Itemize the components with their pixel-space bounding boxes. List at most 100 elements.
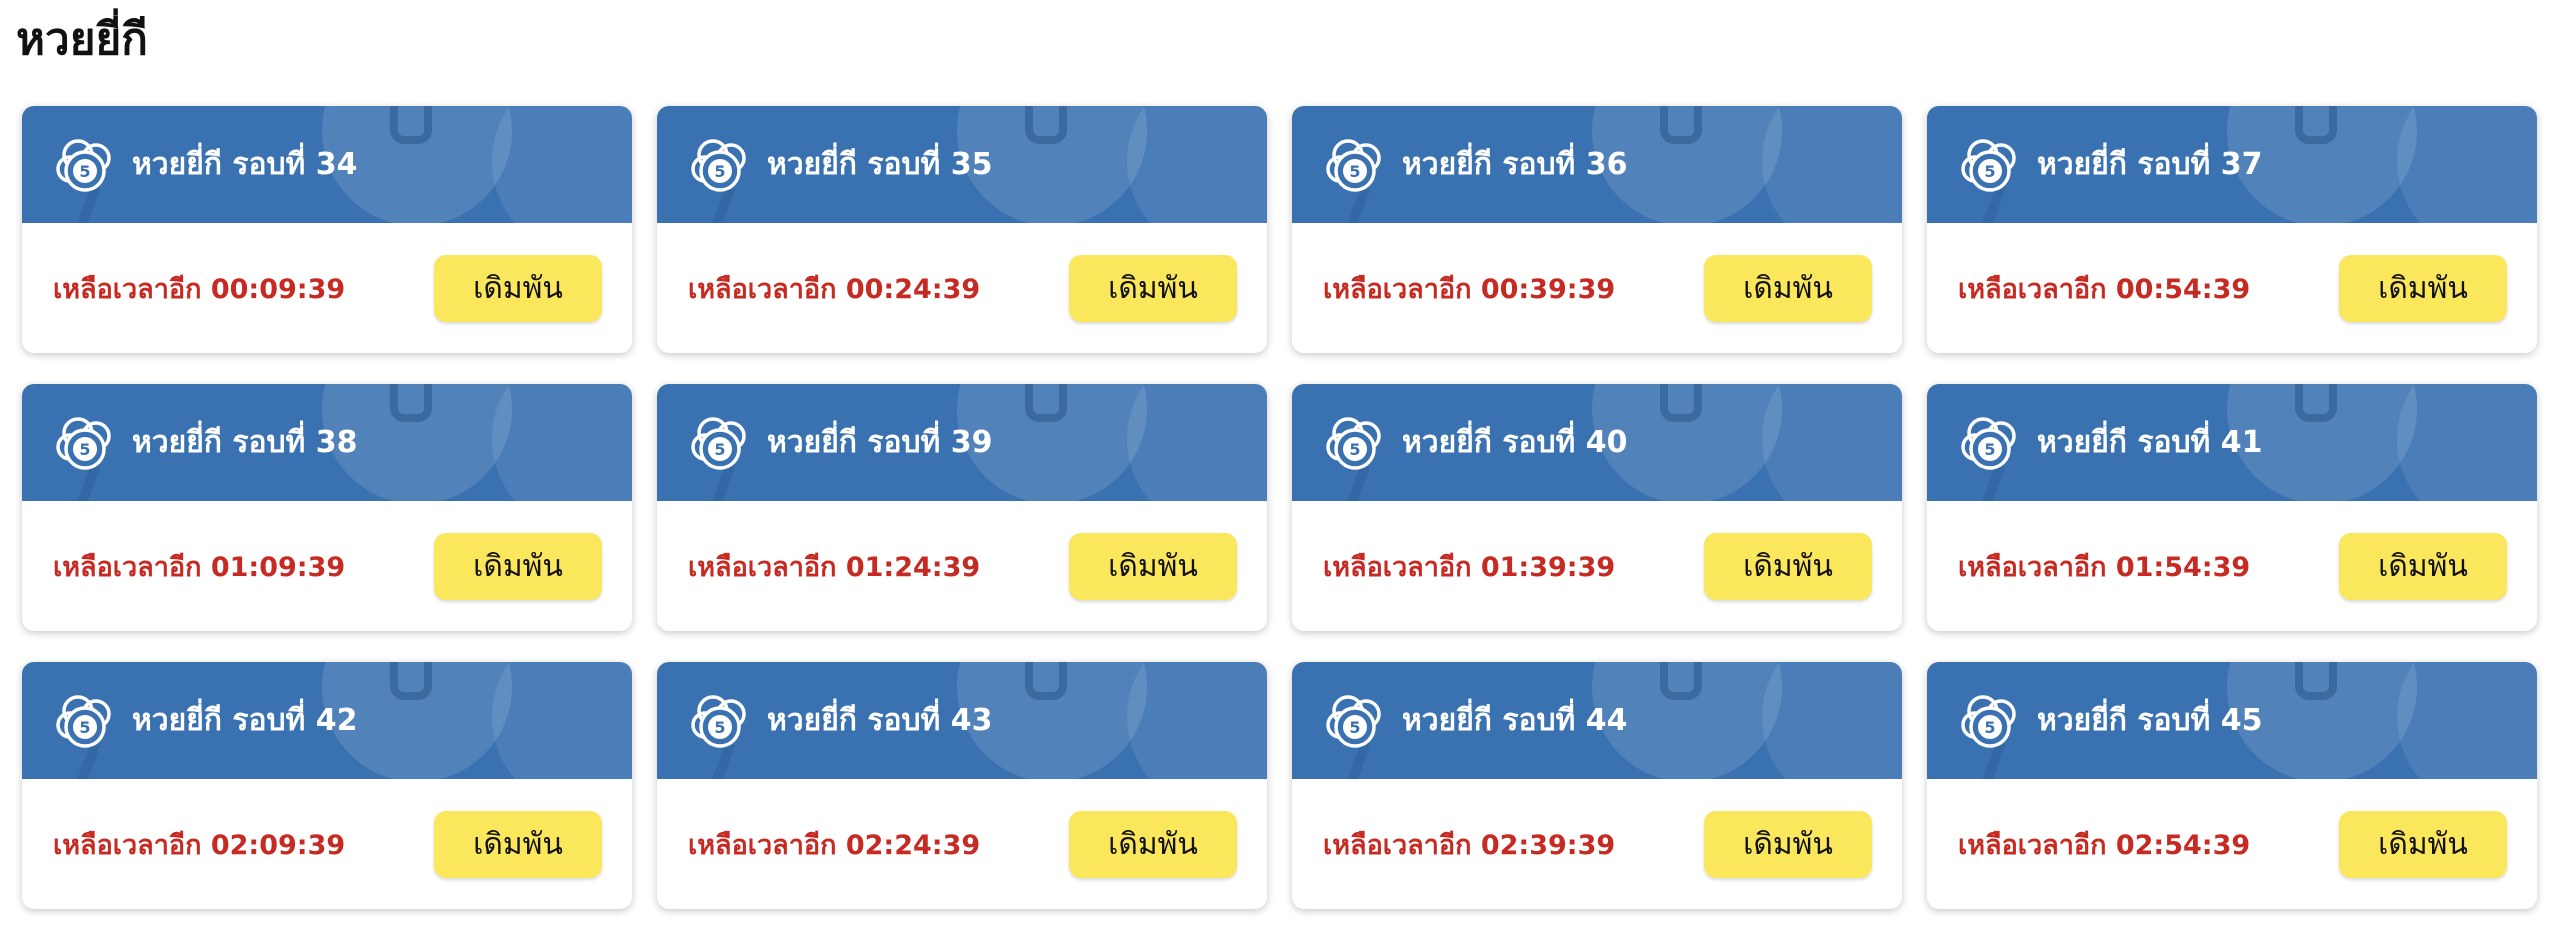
lottery-round-card[interactable]: 5 หวยยี่กี รอบที่ 41 เหลือเวลาอีก 01:54:… [1927, 384, 2537, 631]
lottery-round-card[interactable]: 5 หวยยี่กี รอบที่ 45 เหลือเวลาอีก 02:54:… [1927, 662, 2537, 909]
svg-text:5: 5 [1349, 440, 1360, 459]
card-header: 5 หวยยี่กี รอบที่ 34 [22, 106, 632, 223]
header-background-ball [492, 662, 632, 779]
card-header: 5 หวยยี่กี รอบที่ 39 [657, 384, 1267, 501]
card-title: หวยยี่กี รอบที่ 38 [132, 425, 358, 460]
lottery-round-card[interactable]: 5 หวยยี่กี รอบที่ 34 เหลือเวลาอีก 00:09:… [22, 106, 632, 353]
svg-text:5: 5 [1349, 162, 1360, 181]
header-background-decoration [1660, 662, 1702, 700]
countdown-text: เหลือเวลาอีก 00:09:39 [53, 273, 346, 305]
bet-button[interactable]: เดิมพัน [434, 532, 602, 600]
card-body: เหลือเวลาอีก 02:09:39 เดิมพัน [22, 779, 632, 909]
card-body: เหลือเวลาอีก 00:54:39 เดิมพัน [1927, 223, 2537, 353]
page-title: หวยยี่กี [16, 14, 148, 65]
header-background-decoration [1660, 384, 1702, 422]
header-background-ball [2397, 384, 2537, 501]
card-body: เหลือเวลาอีก 00:24:39 เดิมพัน [657, 223, 1267, 353]
header-background-decoration [390, 384, 432, 422]
lottery-ball-5-icon: 5 [1961, 138, 2016, 192]
bet-button[interactable]: เดิมพัน [1704, 532, 1872, 600]
lottery-round-card[interactable]: 5 หวยยี่กี รอบที่ 42 เหลือเวลาอีก 02:09:… [22, 662, 632, 909]
bet-button[interactable]: เดิมพัน [1704, 810, 1872, 878]
svg-text:5: 5 [79, 162, 90, 181]
lottery-ball-5-icon: 5 [691, 138, 746, 192]
card-body: เหลือเวลาอีก 01:54:39 เดิมพัน [1927, 501, 2537, 631]
card-body: เหลือเวลาอีก 00:09:39 เดิมพัน [22, 223, 632, 353]
header-background-decoration [390, 662, 432, 700]
svg-text:5: 5 [714, 162, 725, 181]
countdown-text: เหลือเวลาอีก 00:54:39 [1958, 273, 2251, 305]
header-background-decoration [2295, 106, 2337, 144]
header-background-ball [492, 106, 632, 223]
countdown-text: เหลือเวลาอีก 02:39:39 [1323, 829, 1616, 861]
bet-button[interactable]: เดิมพัน [2339, 810, 2507, 878]
header-background-ball [492, 384, 632, 501]
svg-text:5: 5 [714, 718, 725, 737]
lottery-ball-5-icon: 5 [56, 416, 111, 470]
bet-button[interactable]: เดิมพัน [1704, 254, 1872, 322]
countdown-text: เหลือเวลาอีก 02:09:39 [53, 829, 346, 861]
bet-button[interactable]: เดิมพัน [2339, 532, 2507, 600]
lottery-round-card[interactable]: 5 หวยยี่กี รอบที่ 43 เหลือเวลาอีก 02:24:… [657, 662, 1267, 909]
card-title: หวยยี่กี รอบที่ 42 [132, 703, 358, 738]
header-background-decoration [1025, 662, 1067, 700]
lottery-round-card[interactable]: 5 หวยยี่กี รอบที่ 44 เหลือเวลาอีก 02:39:… [1292, 662, 1902, 909]
header-background-decoration [1025, 384, 1067, 422]
card-body: เหลือเวลาอีก 01:09:39 เดิมพัน [22, 501, 632, 631]
card-title: หวยยี่กี รอบที่ 36 [1402, 147, 1628, 182]
bet-button[interactable]: เดิมพัน [1069, 532, 1237, 600]
countdown-text: เหลือเวลาอีก 01:54:39 [1958, 551, 2251, 583]
lottery-round-card[interactable]: 5 หวยยี่กี รอบที่ 36 เหลือเวลาอีก 00:39:… [1292, 106, 1902, 353]
header-background-ball [1762, 662, 1902, 779]
header-background-decoration [1025, 106, 1067, 144]
header-background-ball [1762, 384, 1902, 501]
header-background-decoration [1660, 106, 1702, 144]
card-body: เหลือเวลาอีก 00:39:39 เดิมพัน [1292, 223, 1902, 353]
header-background-ball [1127, 106, 1267, 223]
lottery-ball-5-icon: 5 [1326, 694, 1381, 748]
card-body: เหลือเวลาอีก 02:24:39 เดิมพัน [657, 779, 1267, 909]
lottery-ball-5-icon: 5 [691, 416, 746, 470]
card-title: หวยยี่กี รอบที่ 44 [1402, 703, 1628, 738]
card-title: หวยยี่กี รอบที่ 35 [767, 147, 993, 182]
lottery-round-card[interactable]: 5 หวยยี่กี รอบที่ 35 เหลือเวลาอีก 00:24:… [657, 106, 1267, 353]
card-header: 5 หวยยี่กี รอบที่ 45 [1927, 662, 2537, 779]
countdown-text: เหลือเวลาอีก 01:24:39 [688, 551, 981, 583]
bet-button[interactable]: เดิมพัน [434, 254, 602, 322]
card-header: 5 หวยยี่กี รอบที่ 42 [22, 662, 632, 779]
svg-text:5: 5 [79, 440, 90, 459]
card-body: เหลือเวลาอีก 02:39:39 เดิมพัน [1292, 779, 1902, 909]
lottery-ball-5-icon: 5 [56, 138, 111, 192]
lottery-ball-5-icon: 5 [1961, 694, 2016, 748]
card-header: 5 หวยยี่กี รอบที่ 37 [1927, 106, 2537, 223]
card-title: หวยยี่กี รอบที่ 37 [2037, 147, 2263, 182]
bet-button[interactable]: เดิมพัน [1069, 254, 1237, 322]
lottery-ball-5-icon: 5 [1326, 416, 1381, 470]
card-title: หวยยี่กี รอบที่ 34 [132, 147, 358, 182]
lottery-round-card[interactable]: 5 หวยยี่กี รอบที่ 39 เหลือเวลาอีก 01:24:… [657, 384, 1267, 631]
header-background-ball [1762, 106, 1902, 223]
card-header: 5 หวยยี่กี รอบที่ 44 [1292, 662, 1902, 779]
lottery-round-card[interactable]: 5 หวยยี่กี รอบที่ 40 เหลือเวลาอีก 01:39:… [1292, 384, 1902, 631]
svg-text:5: 5 [1984, 718, 1995, 737]
countdown-text: เหลือเวลาอีก 00:39:39 [1323, 273, 1616, 305]
header-background-ball [1127, 662, 1267, 779]
bet-button[interactable]: เดิมพัน [434, 810, 602, 878]
svg-text:5: 5 [714, 440, 725, 459]
card-body: เหลือเวลาอีก 01:39:39 เดิมพัน [1292, 501, 1902, 631]
lottery-round-card[interactable]: 5 หวยยี่กี รอบที่ 37 เหลือเวลาอีก 00:54:… [1927, 106, 2537, 353]
svg-text:5: 5 [1984, 162, 1995, 181]
header-background-decoration [2295, 662, 2337, 700]
card-header: 5 หวยยี่กี รอบที่ 38 [22, 384, 632, 501]
countdown-text: เหลือเวลาอีก 00:24:39 [688, 273, 981, 305]
svg-text:5: 5 [1984, 440, 1995, 459]
lottery-round-grid: 5 หวยยี่กี รอบที่ 34 เหลือเวลาอีก 00:09:… [22, 106, 2538, 909]
countdown-text: เหลือเวลาอีก 01:39:39 [1323, 551, 1616, 583]
lottery-round-card[interactable]: 5 หวยยี่กี รอบที่ 38 เหลือเวลาอีก 01:09:… [22, 384, 632, 631]
bet-button[interactable]: เดิมพัน [1069, 810, 1237, 878]
svg-text:5: 5 [79, 718, 90, 737]
countdown-text: เหลือเวลาอีก 02:54:39 [1958, 829, 2251, 861]
card-header: 5 หวยยี่กี รอบที่ 41 [1927, 384, 2537, 501]
bet-button[interactable]: เดิมพัน [2339, 254, 2507, 322]
header-background-ball [2397, 662, 2537, 779]
